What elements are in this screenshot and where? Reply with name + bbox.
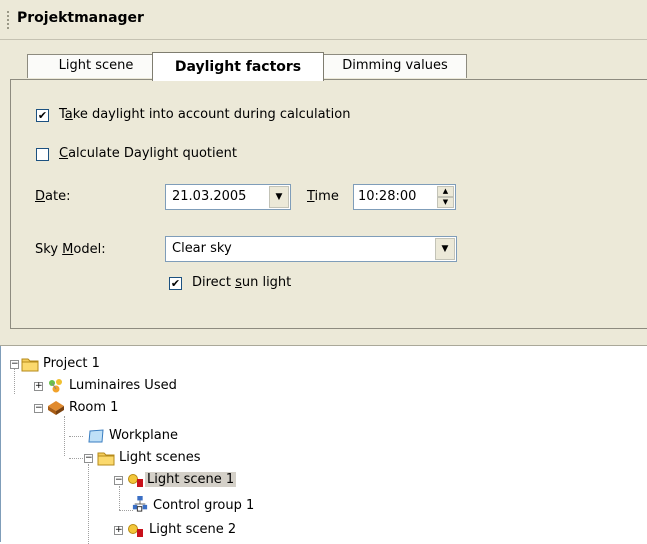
tree-item-light-scene-1[interactable]: − Light scene 1 [1,470,301,492]
tab-light-scene[interactable]: Light scene [27,54,165,78]
date-value: 21.03.2005 [172,189,247,204]
time-field[interactable]: 10:28:00 ▲ ▼ [353,184,456,210]
tree-item-label: Project 1 [43,356,100,371]
daylight-quotient-label: Calculate Daylight quotient [59,146,237,161]
spin-down-icon[interactable]: ▼ [437,197,454,208]
tree-item-project[interactable]: − Project 1 [1,354,301,376]
collapse-icon[interactable]: − [10,360,19,369]
tree-item-label: Room 1 [69,400,119,415]
tree-item-light-scene-2[interactable]: + Light scene 2 [1,520,301,542]
tree-item-workplane[interactable]: Workplane [1,426,301,448]
folder-icon [97,452,115,466]
chevron-down-icon[interactable]: ▼ [435,238,455,260]
folder-icon [21,358,39,372]
grip-icon[interactable] [7,11,9,29]
tree-item-label: Control group 1 [153,498,255,513]
tree-item-label: Light scenes [119,450,201,465]
sky-model-label: Sky Model: [35,242,106,257]
direct-sun-label: Direct sun light [192,275,292,290]
workplane-icon [88,429,104,443]
tree-item-label: Light scene 1 [145,472,237,487]
room-icon [48,401,64,415]
time-spinner[interactable]: ▲ ▼ [437,186,454,208]
tree-item-light-scenes[interactable]: − Light scenes [1,448,301,470]
time-label: Time [307,189,339,204]
daylight-quotient-checkbox[interactable] [36,148,49,161]
chevron-down-icon[interactable]: ▼ [269,186,289,208]
expand-icon[interactable]: + [34,382,43,391]
direct-sun-checkbox[interactable]: ✔ [169,277,182,290]
light-scene-icon [128,524,143,537]
tree-item-label: Luminaires Used [69,378,177,393]
tree-item-luminaires[interactable]: + Luminaires Used [1,376,301,398]
sky-model-value: Clear sky [172,241,232,256]
collapse-icon[interactable]: − [84,454,93,463]
time-value: 10:28:00 [358,189,417,204]
date-label: Date: [35,189,71,204]
tree-item-label: Workplane [109,428,178,443]
control-group-icon [132,496,148,512]
luminaires-icon [49,379,62,393]
title-bar: Projektmanager [0,0,647,40]
spin-up-icon[interactable]: ▲ [437,186,454,197]
tree-item-label: Light scene 2 [149,522,237,537]
take-daylight-label: Take daylight into account during calcul… [59,107,351,122]
properties-panel: Light scene Daylight factors Dimming val… [0,40,647,340]
window-title: Projektmanager [17,10,144,26]
take-daylight-checkbox[interactable]: ✔ [36,109,49,122]
project-tree: − Project 1 + Luminaires Used − Room 1 W… [0,346,647,544]
date-picker[interactable]: 21.03.2005 ▼ [165,184,291,210]
expand-icon[interactable]: + [114,526,123,535]
collapse-icon[interactable]: − [34,404,43,413]
tab-dimming-values[interactable]: Dimming values [323,54,467,78]
collapse-icon[interactable]: − [114,476,123,485]
daylight-factors-page: ✔ Take daylight into account during calc… [10,80,647,329]
tree-item-room[interactable]: − Room 1 [1,398,301,420]
sky-model-select[interactable]: Clear sky ▼ [165,236,457,262]
tab-daylight-factors[interactable]: Daylight factors [152,52,324,81]
light-scene-icon [128,474,143,487]
tree-item-control-group-1[interactable]: Control group 1 [1,496,301,518]
